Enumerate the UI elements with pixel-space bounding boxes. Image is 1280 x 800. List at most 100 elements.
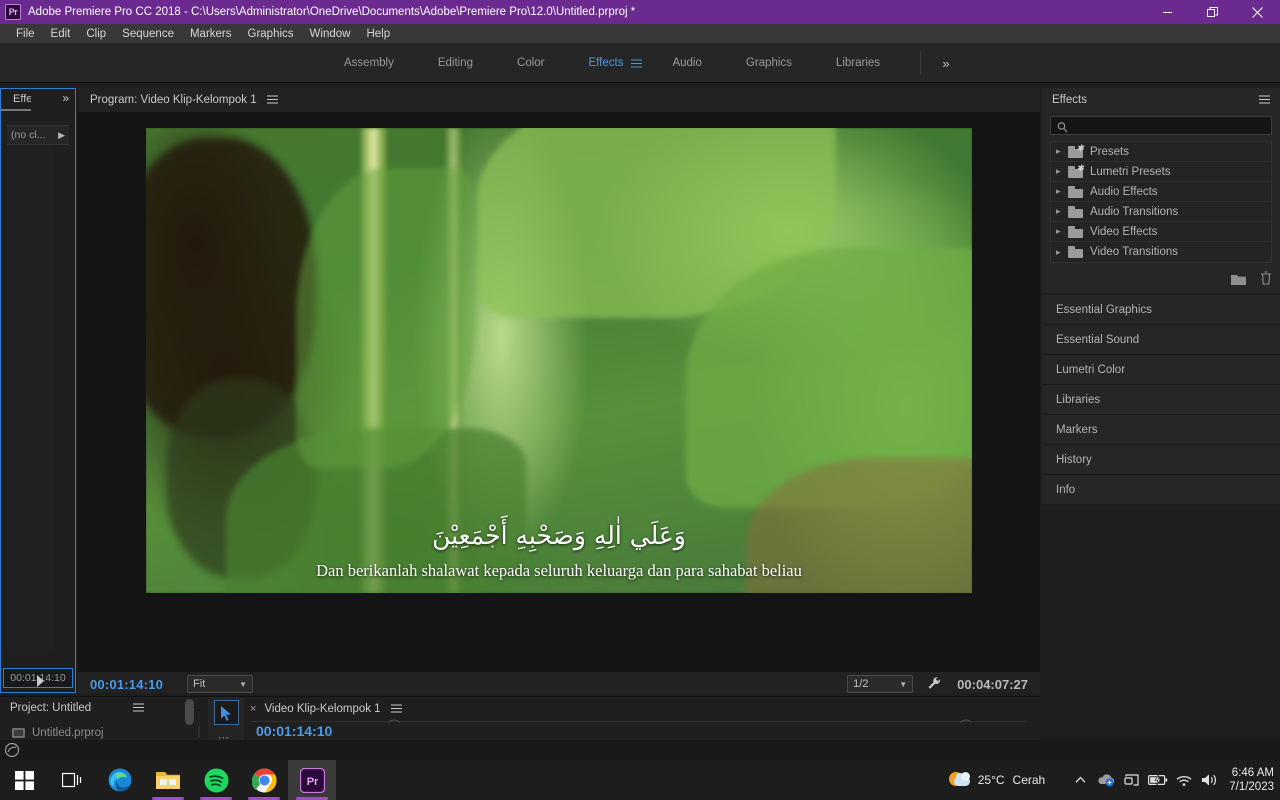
program-monitor-title: Program: Video Klip-Kelompok 1 <box>90 94 257 106</box>
close-icon[interactable]: × <box>250 703 256 715</box>
project-panel-title: Project: Untitled <box>10 702 92 714</box>
effect-controls-panel: Effec » (no cl... ▶ 00:01:14:10 <box>0 88 76 693</box>
taskbar-clock[interactable]: 6:46 AM 7/1/2023 <box>1229 766 1274 794</box>
onedrive-sync-icon[interactable] <box>1093 760 1119 800</box>
workspace-divider <box>920 51 921 75</box>
program-monitor-menu-icon[interactable] <box>266 93 278 107</box>
workspace-overflow-icon[interactable]: » <box>934 43 958 83</box>
chevron-right-icon[interactable]: ▸ <box>1056 247 1068 258</box>
workspace-menu-icon[interactable] <box>631 43 643 83</box>
right-panel-column: Effects ▸ ✱ Presets ▸ ✱ Lumetri Presets … <box>1042 88 1280 748</box>
program-monitor-stage: وَعَلَي اٰلِهِ وَصَحْبِهِ أَجْمَعِيْنَ D… <box>78 112 1040 672</box>
chevron-right-icon[interactable]: ▸ <box>1056 206 1068 217</box>
restore-button[interactable] <box>1190 0 1235 24</box>
workspace-tab-editing[interactable]: Editing <box>416 43 495 83</box>
menu-clip[interactable]: Clip <box>78 24 114 43</box>
effects-panel-footer <box>1231 271 1272 290</box>
screen-cast-icon[interactable] <box>1119 760 1145 800</box>
tray-overflow-chevron-icon[interactable] <box>1067 760 1093 800</box>
playback-resolution-select[interactable]: 1/2 ▼ <box>847 675 914 693</box>
timeline-timecode[interactable]: 00:01:14:10 <box>256 723 332 739</box>
chevron-right-icon[interactable]: ▸ <box>1056 186 1068 197</box>
new-custom-bin-icon[interactable] <box>1231 272 1246 290</box>
timeline-panel-menu-icon[interactable] <box>390 702 402 716</box>
effect-controls-playhead-icon[interactable] <box>37 675 44 687</box>
zoom-level-value: Fit <box>193 678 206 690</box>
effects-search-input[interactable] <box>1073 119 1265 132</box>
spotify-icon[interactable] <box>192 760 240 800</box>
menu-sequence[interactable]: Sequence <box>114 24 182 43</box>
panel-libraries[interactable]: Libraries <box>1042 385 1280 415</box>
panel-essential-sound[interactable]: Essential Sound <box>1042 325 1280 355</box>
settings-wrench-icon[interactable] <box>927 676 941 693</box>
effects-item-audio-effects[interactable]: ▸ Audio Effects <box>1051 182 1271 202</box>
program-monitor-header: Program: Video Klip-Kelompok 1 <box>78 88 1040 112</box>
adobe-premiere-pro-icon[interactable]: Pr <box>288 760 336 800</box>
effect-controls-clip-row[interactable]: (no cl... ▶ <box>7 125 69 145</box>
menu-markers[interactable]: Markers <box>182 24 240 43</box>
volume-icon[interactable] <box>1197 760 1223 800</box>
effects-item-audio-transitions[interactable]: ▸ Audio Transitions <box>1051 202 1271 222</box>
effects-item-lumetri-presets[interactable]: ▸ ✱ Lumetri Presets <box>1051 162 1271 182</box>
folder-icon <box>1068 205 1083 218</box>
effect-controls-overflow-icon[interactable]: » <box>62 91 69 105</box>
chevron-right-icon[interactable]: ▸ <box>1056 226 1068 237</box>
folder-icon <box>1068 246 1083 258</box>
task-view-button[interactable] <box>48 760 96 800</box>
battery-charging-icon[interactable] <box>1145 760 1171 800</box>
file-explorer-icon[interactable] <box>144 760 192 800</box>
workspace-bar: Assembly Editing Color Effects Audio Gra… <box>0 43 1280 83</box>
selection-tool-icon[interactable] <box>214 700 239 725</box>
workspace-tab-audio[interactable]: Audio <box>650 43 723 83</box>
effect-controls-tab[interactable]: Effec <box>1 89 31 111</box>
premiere-app-icon: Pr <box>5 4 21 20</box>
creative-cloud-icon[interactable] <box>4 742 20 758</box>
effects-item-presets[interactable]: ▸ ✱ Presets <box>1051 142 1271 162</box>
video-preview[interactable]: وَعَلَي اٰلِهِ وَصَحْبِهِ أَجْمَعِيْنَ D… <box>146 128 972 593</box>
panel-info[interactable]: Info <box>1042 475 1280 505</box>
start-button[interactable] <box>0 760 48 800</box>
effects-item-video-effects[interactable]: ▸ Video Effects <box>1051 222 1271 242</box>
panel-label: Libraries <box>1056 393 1101 406</box>
chevron-right-icon[interactable]: ▸ <box>1056 146 1068 157</box>
panel-essential-graphics[interactable]: Essential Graphics <box>1042 295 1280 325</box>
effects-panel-menu-icon[interactable] <box>1259 93 1270 107</box>
zoom-level-select[interactable]: Fit ▼ <box>187 675 254 693</box>
program-current-timecode[interactable]: 00:01:14:10 <box>90 677 163 692</box>
workspace-tab-graphics[interactable]: Graphics <box>724 43 814 83</box>
panel-label: Essential Sound <box>1056 333 1140 346</box>
menu-edit[interactable]: Edit <box>43 24 79 43</box>
minimize-button[interactable] <box>1145 0 1190 24</box>
workspace-tab-color[interactable]: Color <box>495 43 566 83</box>
timeline-sequence-name[interactable]: Video Klip-Kelompok 1 <box>264 703 380 715</box>
menu-help[interactable]: Help <box>358 24 398 43</box>
project-panel-menu-icon[interactable] <box>133 701 145 715</box>
program-duration-timecode[interactable]: 00:04:07:27 <box>957 677 1028 692</box>
chevron-down-icon: ▼ <box>899 679 908 689</box>
weather-sun-cloud-icon <box>948 771 971 789</box>
effects-item-video-transitions[interactable]: ▸ Video Transitions <box>1051 242 1271 262</box>
close-button[interactable] <box>1235 0 1280 24</box>
timeline-curve-left-icon: ⌒ <box>388 719 401 733</box>
chevron-right-icon[interactable]: ▸ <box>1056 166 1068 177</box>
microsoft-edge-icon[interactable] <box>96 760 144 800</box>
delete-icon[interactable] <box>1260 271 1272 290</box>
workspace-tab-libraries[interactable]: Libraries <box>814 43 902 83</box>
panel-lumetri-color[interactable]: Lumetri Color <box>1042 355 1280 385</box>
workspace-tab-assembly[interactable]: Assembly <box>322 43 416 83</box>
weather-widget[interactable]: 25°C Cerah <box>948 771 1045 789</box>
project-panel-scrollbar[interactable] <box>185 699 194 725</box>
menu-file[interactable]: File <box>8 24 43 43</box>
panel-history[interactable]: History <box>1042 445 1280 475</box>
google-chrome-icon[interactable] <box>240 760 288 800</box>
menu-graphics[interactable]: Graphics <box>240 24 302 43</box>
program-monitor-controls-row: 00:01:14:10 Fit ▼ 1/2 ▼ 00:04:07:27 <box>78 672 1040 696</box>
chevron-right-icon[interactable]: ▶ <box>58 130 65 141</box>
project-item-row[interactable]: Untitled.prproj <box>0 727 198 739</box>
chevron-down-icon: ▼ <box>239 679 248 689</box>
effects-search-box[interactable] <box>1050 116 1272 135</box>
panel-markers[interactable]: Markers <box>1042 415 1280 445</box>
effects-item-label: Audio Transitions <box>1090 205 1179 218</box>
wifi-icon[interactable] <box>1171 760 1197 800</box>
menu-window[interactable]: Window <box>302 24 359 43</box>
